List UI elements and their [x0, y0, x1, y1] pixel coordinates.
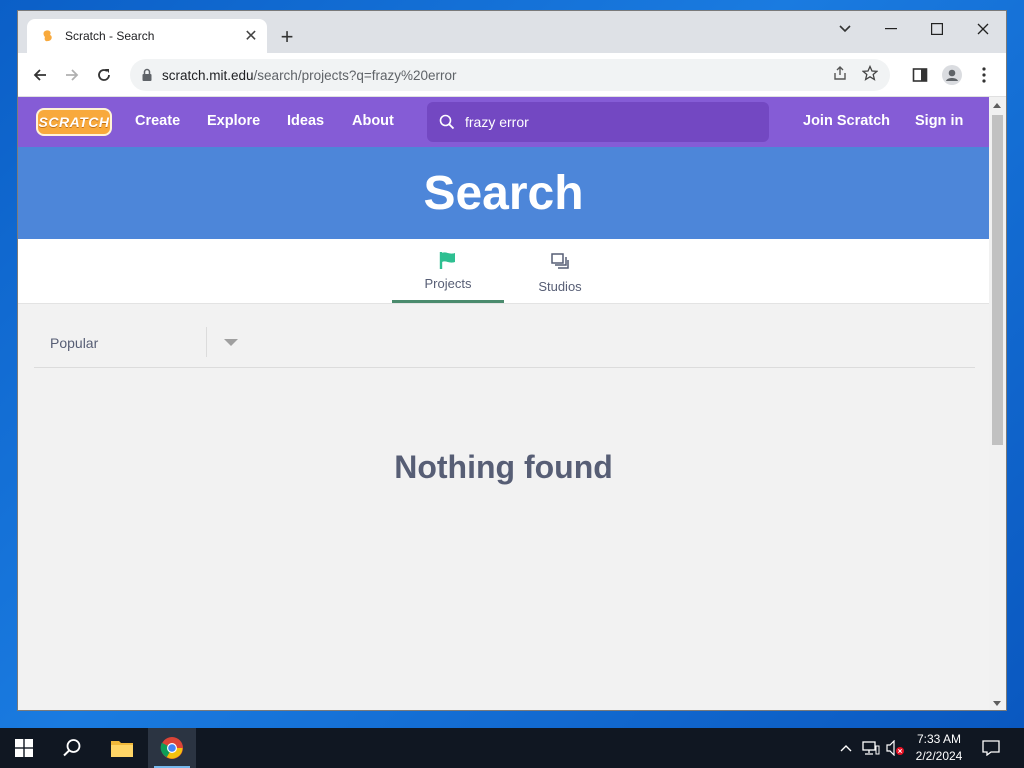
studios-icon — [551, 253, 569, 269]
chevron-down-icon[interactable] — [224, 339, 238, 346]
nav-create-link[interactable]: Create — [135, 113, 180, 129]
file-explorer-button[interactable] — [98, 728, 146, 768]
system-clock[interactable]: 7:33 AM 2/2/2024 — [905, 731, 973, 765]
nav-ideas-link[interactable]: Ideas — [287, 113, 324, 129]
sort-divider — [206, 327, 207, 357]
folder-icon — [111, 741, 133, 757]
tab-strip: Scratch - Search ✕ + — [18, 11, 1006, 53]
scroll-up-icon[interactable] — [993, 103, 1001, 108]
sign-in-link[interactable]: Sign in — [915, 113, 963, 129]
scratch-navbar: SCRATCH Create Explore Ideas About frazy… — [18, 97, 989, 147]
profile-avatar-icon[interactable] — [938, 61, 966, 89]
new-tab-button[interactable]: + — [275, 24, 299, 49]
search-icon — [439, 114, 455, 130]
minimize-button[interactable] — [868, 15, 914, 43]
search-banner: Search — [18, 147, 989, 239]
page-title: Search — [423, 166, 584, 220]
tab-studios-label: Studios — [538, 279, 582, 294]
scroll-down-icon[interactable] — [993, 701, 1001, 706]
sort-dropdown[interactable]: Popular — [50, 335, 98, 351]
side-panel-icon[interactable] — [906, 61, 934, 89]
page-content: SCRATCH Create Explore Ideas About frazy… — [18, 97, 989, 710]
search-icon — [63, 739, 81, 757]
taskbar-search-button[interactable] — [48, 728, 96, 768]
nav-explore-link[interactable]: Explore — [207, 113, 260, 129]
scratch-logo[interactable]: SCRATCH — [36, 108, 112, 136]
url-text: scratch.mit.edu/search/projects?q=frazy%… — [162, 67, 457, 83]
windows-logo-icon — [15, 739, 33, 757]
notifications-icon[interactable] — [978, 728, 1004, 768]
tab-search-icon[interactable] — [822, 15, 868, 43]
network-icon[interactable] — [860, 728, 882, 768]
tab-title: Scratch - Search — [65, 29, 155, 43]
browser-toolbar: scratch.mit.edu/search/projects?q=frazy%… — [18, 53, 1006, 97]
sort-filter-row: Popular — [34, 319, 975, 368]
browser-window: Scratch - Search ✕ + scratch.mit.edu/sea… — [17, 10, 1007, 711]
join-scratch-link[interactable]: Join Scratch — [803, 113, 890, 129]
lock-icon[interactable] — [140, 68, 154, 82]
tab-studios[interactable]: Studios — [504, 239, 616, 303]
chrome-taskbar-button[interactable] — [148, 728, 196, 768]
scratch-search-input[interactable]: frazy error — [427, 102, 769, 142]
address-bar[interactable]: scratch.mit.edu/search/projects?q=frazy%… — [130, 59, 890, 91]
search-query-text: frazy error — [465, 114, 529, 130]
menu-kebab-icon[interactable] — [970, 61, 998, 89]
windows-taskbar: 7:33 AM 2/2/2024 — [0, 728, 1024, 768]
back-icon[interactable] — [26, 61, 54, 89]
scroll-thumb[interactable] — [992, 115, 1003, 445]
reload-icon[interactable] — [90, 61, 118, 89]
search-tabs: Projects Studios — [18, 239, 989, 304]
close-window-button[interactable] — [960, 15, 1006, 43]
start-button[interactable] — [0, 728, 48, 768]
tab-projects-label: Projects — [424, 276, 472, 291]
tab-close-icon[interactable]: ✕ — [239, 24, 263, 48]
browser-tab[interactable]: Scratch - Search ✕ — [27, 19, 267, 53]
share-icon[interactable] — [832, 65, 848, 81]
bookmark-star-icon[interactable] — [862, 65, 878, 81]
volume-muted-icon[interactable] — [884, 728, 906, 768]
clock-time: 7:33 AM — [916, 732, 962, 746]
page-scrollbar[interactable] — [989, 97, 1006, 710]
chrome-icon — [160, 737, 183, 759]
flag-icon — [439, 252, 455, 269]
tab-projects[interactable]: Projects — [392, 239, 504, 303]
nav-about-link[interactable]: About — [352, 113, 394, 129]
scratch-favicon-icon — [43, 30, 52, 42]
maximize-button[interactable] — [914, 15, 960, 43]
clock-date: 2/2/2024 — [915, 749, 963, 763]
empty-results-message: Nothing found — [394, 449, 613, 485]
forward-icon[interactable] — [58, 61, 86, 89]
show-hidden-icons-icon[interactable] — [836, 728, 856, 768]
